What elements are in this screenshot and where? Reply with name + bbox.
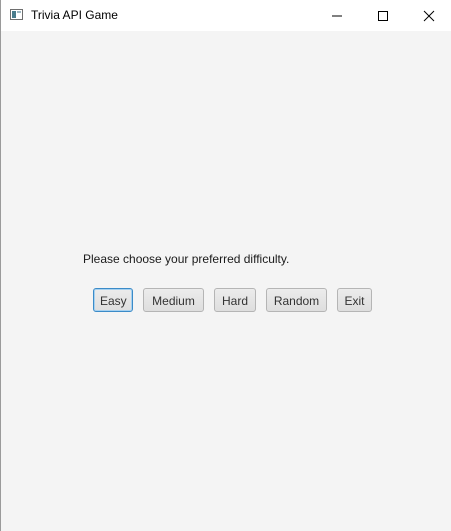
easy-button[interactable]: Easy — [93, 288, 133, 312]
random-button[interactable]: Random — [266, 288, 327, 312]
maximize-button[interactable] — [360, 0, 406, 31]
main-content: Please choose your preferred difficulty.… — [1, 31, 451, 531]
difficulty-prompt: Please choose your preferred difficulty. — [83, 252, 290, 266]
minimize-button[interactable] — [314, 0, 360, 31]
hard-button[interactable]: Hard — [214, 288, 256, 312]
app-window: Trivia API Game Please choose your prefe… — [0, 0, 451, 531]
close-button[interactable] — [406, 0, 451, 31]
title-bar[interactable]: Trivia API Game — [1, 0, 451, 31]
exit-button[interactable]: Exit — [337, 288, 372, 312]
medium-button[interactable]: Medium — [143, 288, 204, 312]
window-title: Trivia API Game — [31, 8, 118, 22]
app-window-icon — [10, 9, 23, 20]
close-icon — [423, 10, 435, 22]
minimize-icon — [332, 15, 342, 17]
maximize-icon — [378, 11, 388, 21]
